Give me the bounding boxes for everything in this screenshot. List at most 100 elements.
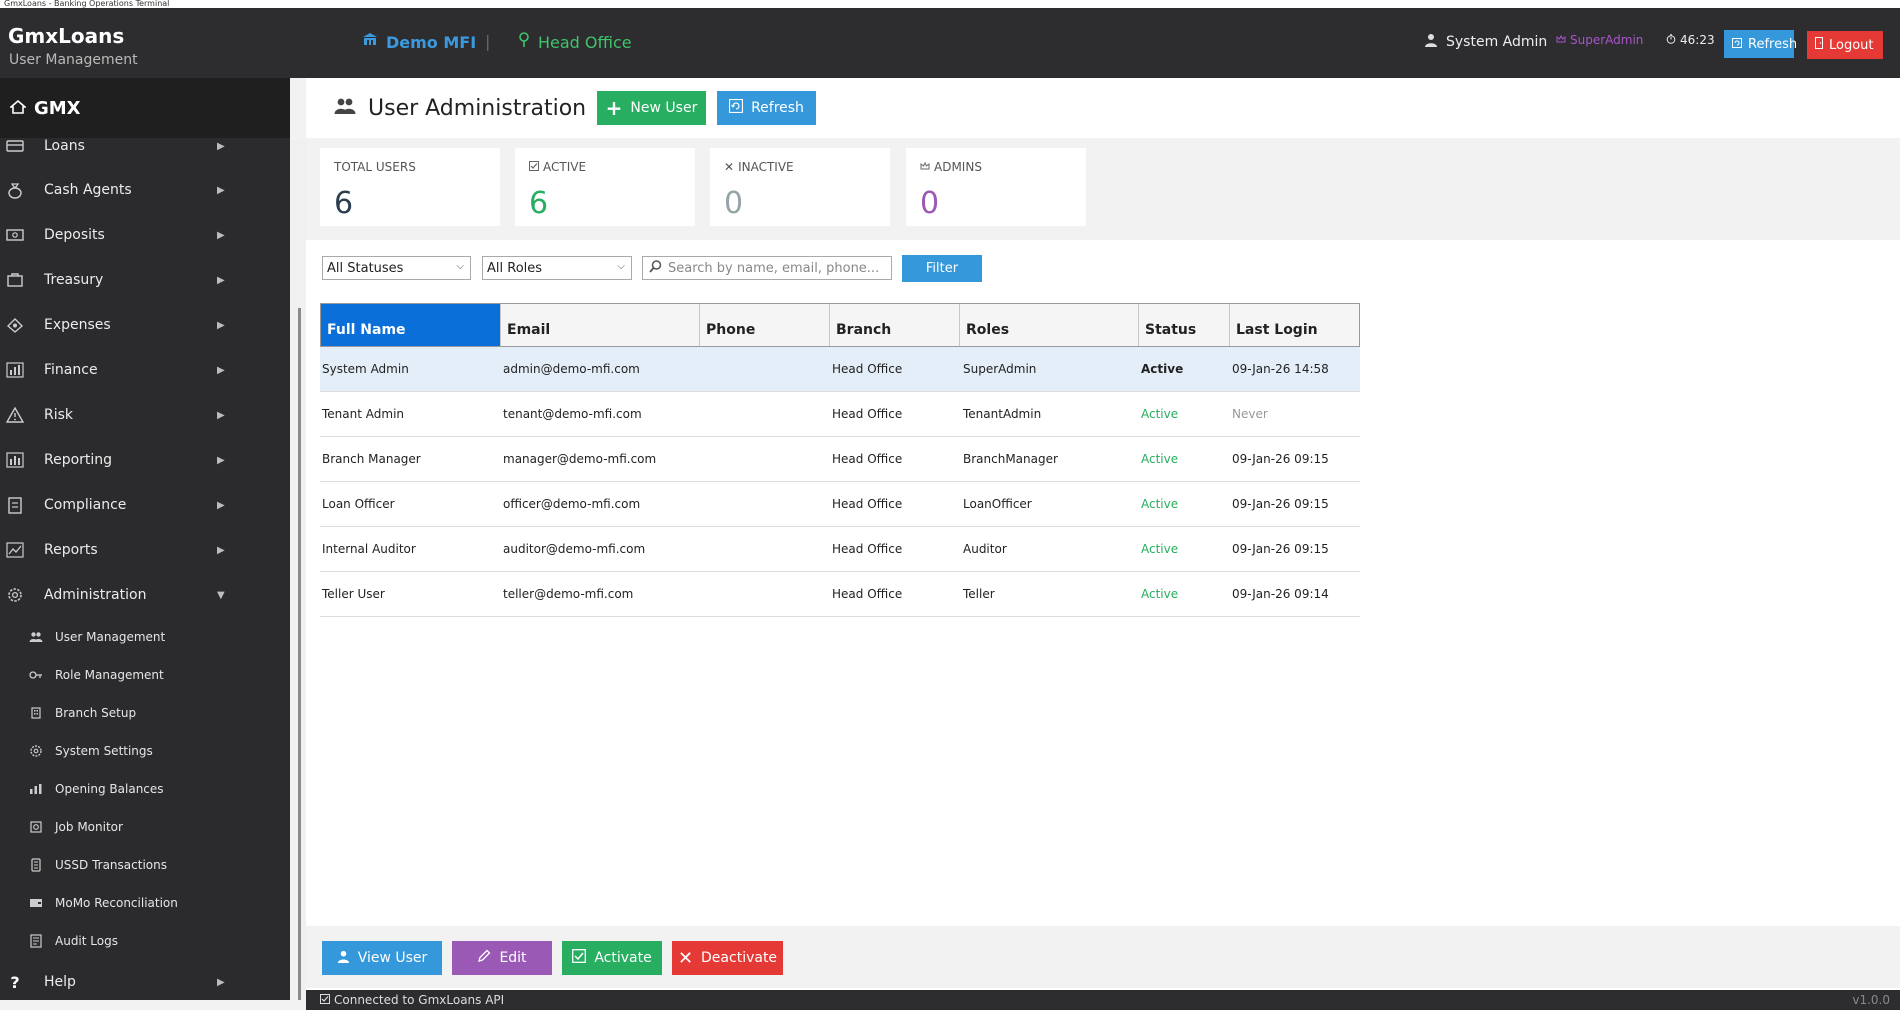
org-indicator[interactable]: Demo MFI [362,32,476,52]
sidebar-item-label: Treasury [44,272,104,288]
sidebar-item-label: Loans [44,138,85,154]
filter-button[interactable]: Filter [902,255,982,282]
role-badge: SuperAdmin [1556,33,1643,47]
activate-button[interactable]: Activate [562,941,662,975]
view-user-label: View User [357,950,428,966]
crown-icon [920,160,930,174]
clipboard-icon [4,494,26,516]
column-header-branch[interactable]: Branch [830,304,960,346]
main-content: User Administration + New User Refresh T… [306,78,1900,990]
sidebar-item-expenses[interactable]: Expenses ▶ [0,310,230,340]
chart-icon [28,781,44,797]
app-subtitle: User Management [9,52,138,68]
wallet-icon [28,895,44,911]
current-user[interactable]: System Admin [1424,33,1547,51]
header-refresh-button[interactable]: Refresh [1724,30,1797,58]
sidebar-subitem-label: USSD Transactions [55,858,167,872]
sidebar-subitem-job-monitor[interactable]: Job Monitor [0,815,270,839]
expand-arrow-icon: ▶ [217,364,225,376]
expand-arrow-icon: ▶ [217,184,225,196]
sidebar-item-deposits[interactable]: Deposits ▶ [0,220,230,250]
settings-icon [28,743,44,759]
sidebar-item-reports[interactable]: Reports ▶ [0,535,230,565]
phone-icon [28,857,44,873]
help-icon: ? [10,972,20,992]
sidebar-subitem-role-management[interactable]: Role Management [0,663,270,687]
refresh-button[interactable]: Refresh [717,91,816,125]
connection-text: Connected to GmxLoans API [334,993,505,1007]
table-row[interactable]: Loan Officer officer@demo-mfi.com Head O… [320,482,1360,527]
key-icon [28,667,44,683]
logout-button[interactable]: Logout [1807,31,1883,59]
column-header-email[interactable]: Email [501,304,700,346]
app-name: GmxLoans [8,24,125,48]
log-icon [28,933,44,949]
sidebar-subitem-ussd-transactions[interactable]: USSD Transactions [0,853,270,877]
activate-label: Activate [594,950,652,966]
table-row[interactable]: Branch Manager manager@demo-mfi.com Head… [320,437,1360,482]
filter-bar: All Statuses ⌵ All Roles ⌵ Search by nam… [306,240,1900,300]
stat-card-inactive: ✕ INACTIVE 0 [710,148,890,226]
search-placeholder: Search by name, email, phone... [668,260,880,276]
column-header-status[interactable]: Status [1139,304,1230,346]
expand-arrow-icon: ▶ [217,454,225,466]
expenses-icon [4,314,26,336]
stat-label: ADMINS [920,160,982,174]
sidebar-item-finance[interactable]: Finance ▶ [0,355,230,385]
sidebar-item-treasury[interactable]: Treasury ▶ [0,265,230,295]
sidebar-item-help[interactable]: ? Help ▶ [0,967,230,997]
sidebar-subitem-label: Job Monitor [55,820,123,834]
view-user-button[interactable]: View User [322,941,442,975]
sidebar-item-compliance[interactable]: Compliance ▶ [0,490,230,520]
connection-status: Connected to GmxLoans API [320,993,504,1007]
table-row[interactable]: Internal Auditor auditor@demo-mfi.com He… [320,527,1360,572]
close-icon: ✕ [677,947,694,969]
branch-indicator[interactable]: Head Office [518,32,632,52]
sidebar-item-risk[interactable]: Risk ▶ [0,400,230,430]
sidebar-subitem-branch-setup[interactable]: Branch Setup [0,701,270,725]
sidebar-scrollbar-thumb[interactable] [298,308,301,1000]
search-icon [649,259,662,277]
checkbox-icon [529,160,539,174]
column-header-roles[interactable]: Roles [960,304,1139,346]
stat-label: ✕ INACTIVE [724,160,794,174]
logout-icon [1815,37,1823,53]
role-name: SuperAdmin [1570,33,1644,47]
gear-icon [4,584,26,606]
edit-button[interactable]: Edit [452,941,552,975]
sidebar-item-cash-agents[interactable]: Cash Agents ▶ [0,175,230,205]
sidebar-subitem-user-management[interactable]: User Management [0,625,270,649]
bar-chart-icon [4,449,26,471]
expand-arrow-icon: ▶ [217,140,225,152]
pencil-icon [477,949,491,967]
sidebar-header: GMX [0,78,290,138]
sidebar-item-label: Compliance [44,497,127,513]
new-user-button[interactable]: + New User [597,91,706,125]
table-row[interactable]: Teller User teller@demo-mfi.com Head Off… [320,572,1360,617]
column-header-full-name[interactable]: Full Name [321,304,501,346]
bank-icon [362,32,378,52]
role-filter-select[interactable]: All Roles ⌵ [482,256,632,280]
sidebar-subitem-label: Role Management [55,668,164,682]
table-row[interactable]: Tenant Admin tenant@demo-mfi.com Head Of… [320,392,1360,437]
sidebar-item-loans[interactable]: Loans ▶ [0,131,230,161]
sidebar-item-administration[interactable]: Administration ▼ [0,580,230,610]
edit-label: Edit [499,950,527,966]
search-input[interactable]: Search by name, email, phone... [642,256,892,280]
column-header-phone[interactable]: Phone [700,304,830,346]
sidebar-subitem-momo-reconciliation[interactable]: MoMo Reconciliation [0,891,270,915]
refresh-icon [1732,37,1742,52]
status-filter-select[interactable]: All Statuses ⌵ [322,256,471,280]
new-user-label: New User [630,100,698,116]
deactivate-button[interactable]: ✕ Deactivate [672,941,783,975]
users-icon [28,629,44,645]
sidebar-item-label: Reporting [44,452,113,468]
sidebar-subitem-system-settings[interactable]: System Settings [0,739,270,763]
sidebar-subitem-audit-logs[interactable]: Audit Logs [0,929,270,953]
stat-card-total-users: TOTAL USERS 6 [320,148,500,226]
table-row[interactable]: System Admin admin@demo-mfi.com Head Off… [320,347,1360,392]
sidebar-item-reporting[interactable]: Reporting ▶ [0,445,230,475]
column-header-last-login[interactable]: Last Login [1230,304,1359,346]
user-name: System Admin [1446,34,1548,50]
sidebar-subitem-opening-balances[interactable]: Opening Balances [0,777,270,801]
